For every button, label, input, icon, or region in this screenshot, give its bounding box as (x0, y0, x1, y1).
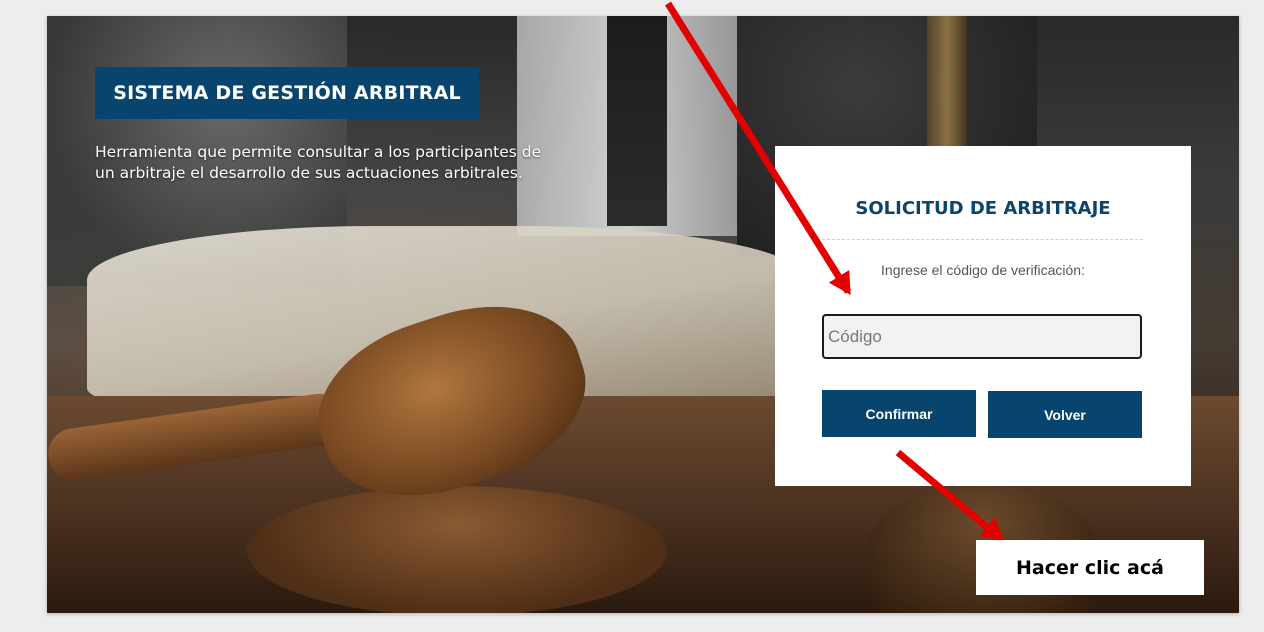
background-gavel-block (247, 486, 667, 613)
card-title: SOLICITUD DE ARBITRAJE (855, 198, 1111, 219)
system-description: Herramienta que permite consultar a los … (95, 143, 542, 182)
system-title-badge: SISTEMA DE GESTIÓN ARBITRAL (95, 67, 479, 119)
card-divider (817, 239, 1143, 240)
confirm-button[interactable]: Confirmar (822, 390, 976, 437)
arbitration-request-card: SOLICITUD DE ARBITRAJE Ingrese el código… (775, 146, 1191, 486)
back-button[interactable]: Volver (988, 391, 1142, 438)
annotation-callout: Hacer clic acá (976, 540, 1204, 595)
background-tie (607, 16, 667, 226)
verification-code-input[interactable] (822, 314, 1142, 359)
